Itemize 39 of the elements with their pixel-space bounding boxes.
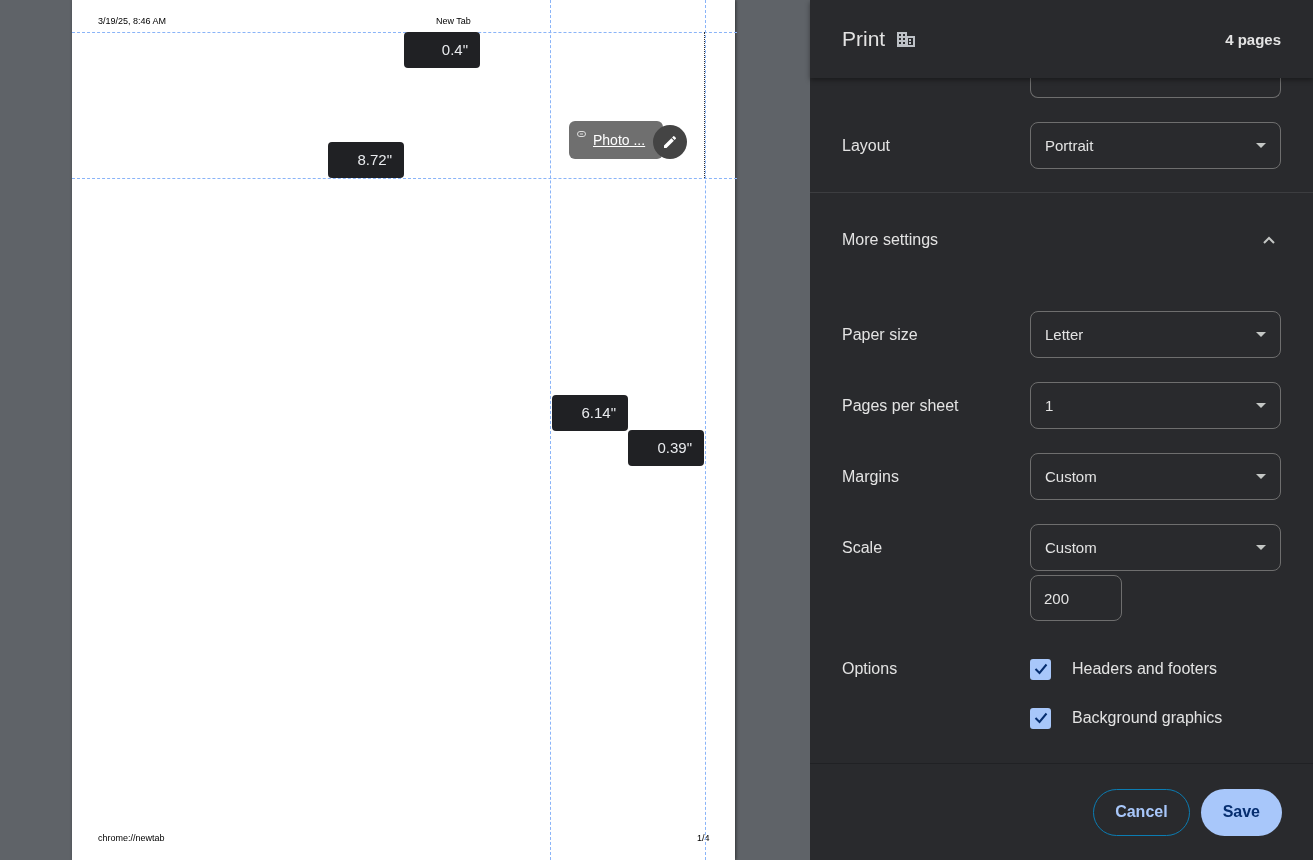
page-header-date: 3/19/25, 8:46 AM [98,16,167,26]
checkbox-label: Headers and footers [1072,660,1217,678]
setting-label: Options [842,659,899,679]
setting-label: Pages per sheet [842,396,960,416]
save-button[interactable]: Save [1200,788,1282,836]
checkbox[interactable] [1030,658,1051,680]
margin-tooltip: 6.14" [552,395,628,431]
setting-label: Scale [842,538,884,558]
caret-icon [1256,545,1266,550]
edit-button[interactable] [653,125,687,159]
setting-label: Layout [842,136,892,156]
dropdown[interactable]: Portrait [1030,122,1281,169]
caret-icon [1256,332,1266,337]
checkbox-label: Background graphics [1072,709,1223,727]
margin-tooltip: 8.72" [328,142,404,178]
page-footer-url: chrome://newtab [98,833,165,843]
dropdown[interactable]: Custom [1030,453,1281,500]
link-icon [577,131,586,137]
page-number: 1/4 [697,833,710,843]
building-icon [897,31,916,47]
caret-icon [1256,403,1266,408]
margin-tooltip: 0.39" [628,430,704,466]
page-header-title: New Tab [436,16,471,26]
checkbox[interactable] [1030,707,1051,729]
chevron-icon[interactable] [1263,236,1275,244]
dropdown[interactable]: 1 [1030,382,1281,429]
margin-tooltip: 0.4" [404,32,480,68]
dropdown[interactable]: Letter [1030,311,1281,358]
caret-icon [1256,143,1266,148]
pencil-icon [662,134,678,150]
scale-input[interactable]: 200 [1030,575,1122,621]
dropdown[interactable]: Custom [1030,524,1281,571]
setting-label: Paper size [842,325,919,345]
dialog-title: Print [842,27,886,51]
caret-icon [1256,474,1266,479]
page-count: 4 pages [1225,30,1281,48]
section-toggle[interactable]: More settings [842,230,939,250]
setting-label: Margins [842,467,900,487]
link-chip[interactable]: Photo ... [569,121,663,159]
